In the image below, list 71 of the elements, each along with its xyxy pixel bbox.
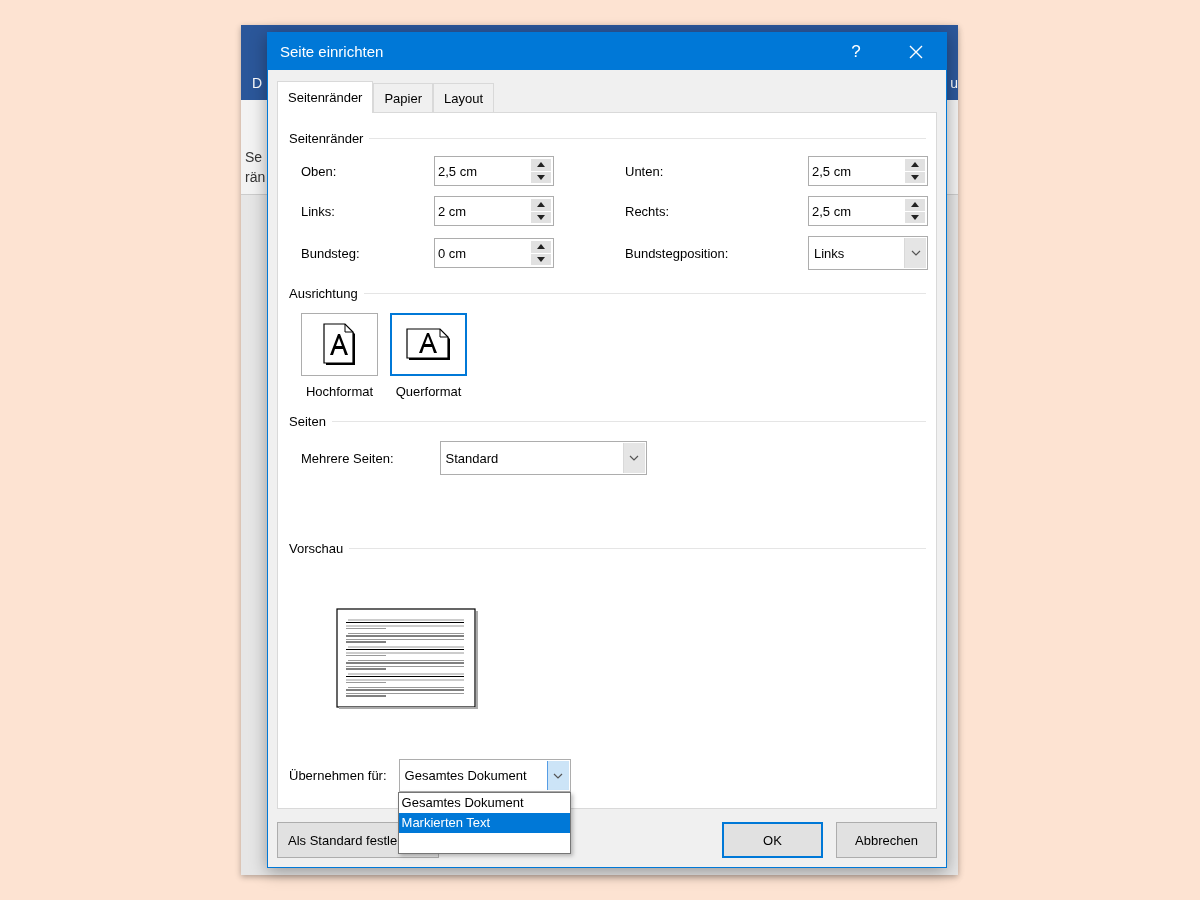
field-label: Rechts: xyxy=(625,203,671,219)
window-title: Seite einrichten xyxy=(280,43,385,60)
spin-up-button[interactable] xyxy=(905,199,925,211)
chevron-down-icon xyxy=(910,250,921,257)
help-button[interactable]: ? xyxy=(826,33,886,70)
down-arrow-icon xyxy=(537,214,545,220)
list-option[interactable]: Gesamtes Dokument xyxy=(398,793,570,813)
orientation-button[interactable] xyxy=(301,312,378,376)
field-label: Bundstegposition: xyxy=(625,245,730,261)
section-title: Seiten xyxy=(289,414,326,430)
value-input[interactable]: 2,5 cm xyxy=(809,197,903,226)
value-input[interactable]: 2,5 cm xyxy=(809,157,903,186)
value-input[interactable]: 2 cm xyxy=(435,197,529,226)
ribbon-tab[interactable]: D xyxy=(252,74,263,92)
spin-up-button[interactable] xyxy=(531,199,551,211)
down-arrow-icon xyxy=(537,174,545,180)
orientation-button[interactable] xyxy=(390,312,467,376)
spin-down-button[interactable] xyxy=(905,211,925,224)
tab[interactable]: Layout xyxy=(433,83,495,112)
spin-up-button[interactable] xyxy=(531,241,551,253)
dropdown-value: Links xyxy=(813,245,846,261)
ribbon-label: Se xyxy=(245,148,263,166)
down-arrow-icon xyxy=(911,174,919,180)
spinner-field[interactable]: 2 cm xyxy=(434,196,554,227)
cancel-button[interactable]: Abbrechen xyxy=(836,822,937,858)
dropdown-value: Gesamtes Dokument xyxy=(403,768,528,783)
up-arrow-icon xyxy=(537,244,545,250)
section-title: Seitenränder xyxy=(289,131,364,147)
spinner-field[interactable]: 2,5 cm xyxy=(434,156,554,187)
spin-down-button[interactable] xyxy=(531,171,551,184)
field-label: Mehrere Seiten: xyxy=(301,450,394,466)
tab[interactable]: Seitenränder xyxy=(277,81,374,113)
up-arrow-icon xyxy=(911,162,919,168)
ribbon-label: rän xyxy=(245,168,266,186)
list-option[interactable]: Markierten Text xyxy=(398,813,570,833)
tab[interactable]: Papier xyxy=(373,83,434,112)
spinner-field[interactable]: 2,5 cm xyxy=(808,156,928,187)
up-arrow-icon xyxy=(537,162,545,168)
option-label: Hochformat xyxy=(305,383,374,399)
up-arrow-icon xyxy=(911,202,919,208)
spinner-field[interactable]: 0 cm xyxy=(434,238,554,269)
portrait-page-icon xyxy=(321,322,358,367)
field-label: Bundsteg: xyxy=(301,245,361,261)
option-label: Querformat xyxy=(395,383,462,399)
field-label: Übernehmen für: xyxy=(289,768,387,783)
dropdown[interactable]: Links xyxy=(808,236,928,271)
spin-up-button[interactable] xyxy=(905,159,925,171)
chevron-down-icon xyxy=(629,455,639,462)
spin-down-button[interactable] xyxy=(531,211,551,224)
down-arrow-icon xyxy=(537,256,545,262)
dropdown-button[interactable] xyxy=(546,761,569,790)
up-arrow-icon xyxy=(537,202,545,208)
spin-down-button[interactable] xyxy=(531,253,551,266)
ribbon-tab[interactable]: u xyxy=(950,74,958,92)
dropdown[interactable]: Standard xyxy=(439,441,647,476)
down-arrow-icon xyxy=(911,214,919,220)
field-label: Unten: xyxy=(625,163,665,179)
landscape-page-icon xyxy=(404,327,453,362)
section-title: Vorschau xyxy=(289,540,344,556)
value-input[interactable]: 2,5 cm xyxy=(435,157,529,186)
ok-button[interactable]: OK xyxy=(722,822,823,858)
field-label: Oben: xyxy=(301,163,338,179)
close-icon xyxy=(909,44,923,59)
spinner-field[interactable]: 2,5 cm xyxy=(808,196,928,227)
chevron-down-icon xyxy=(553,772,564,779)
dropdown-value: Standard xyxy=(444,450,500,466)
value-input[interactable]: 0 cm xyxy=(435,239,529,268)
spin-up-button[interactable] xyxy=(531,159,551,171)
section-title: Ausrichtung xyxy=(289,285,358,301)
spin-down-button[interactable] xyxy=(905,171,925,184)
field-label: Links: xyxy=(301,203,336,219)
